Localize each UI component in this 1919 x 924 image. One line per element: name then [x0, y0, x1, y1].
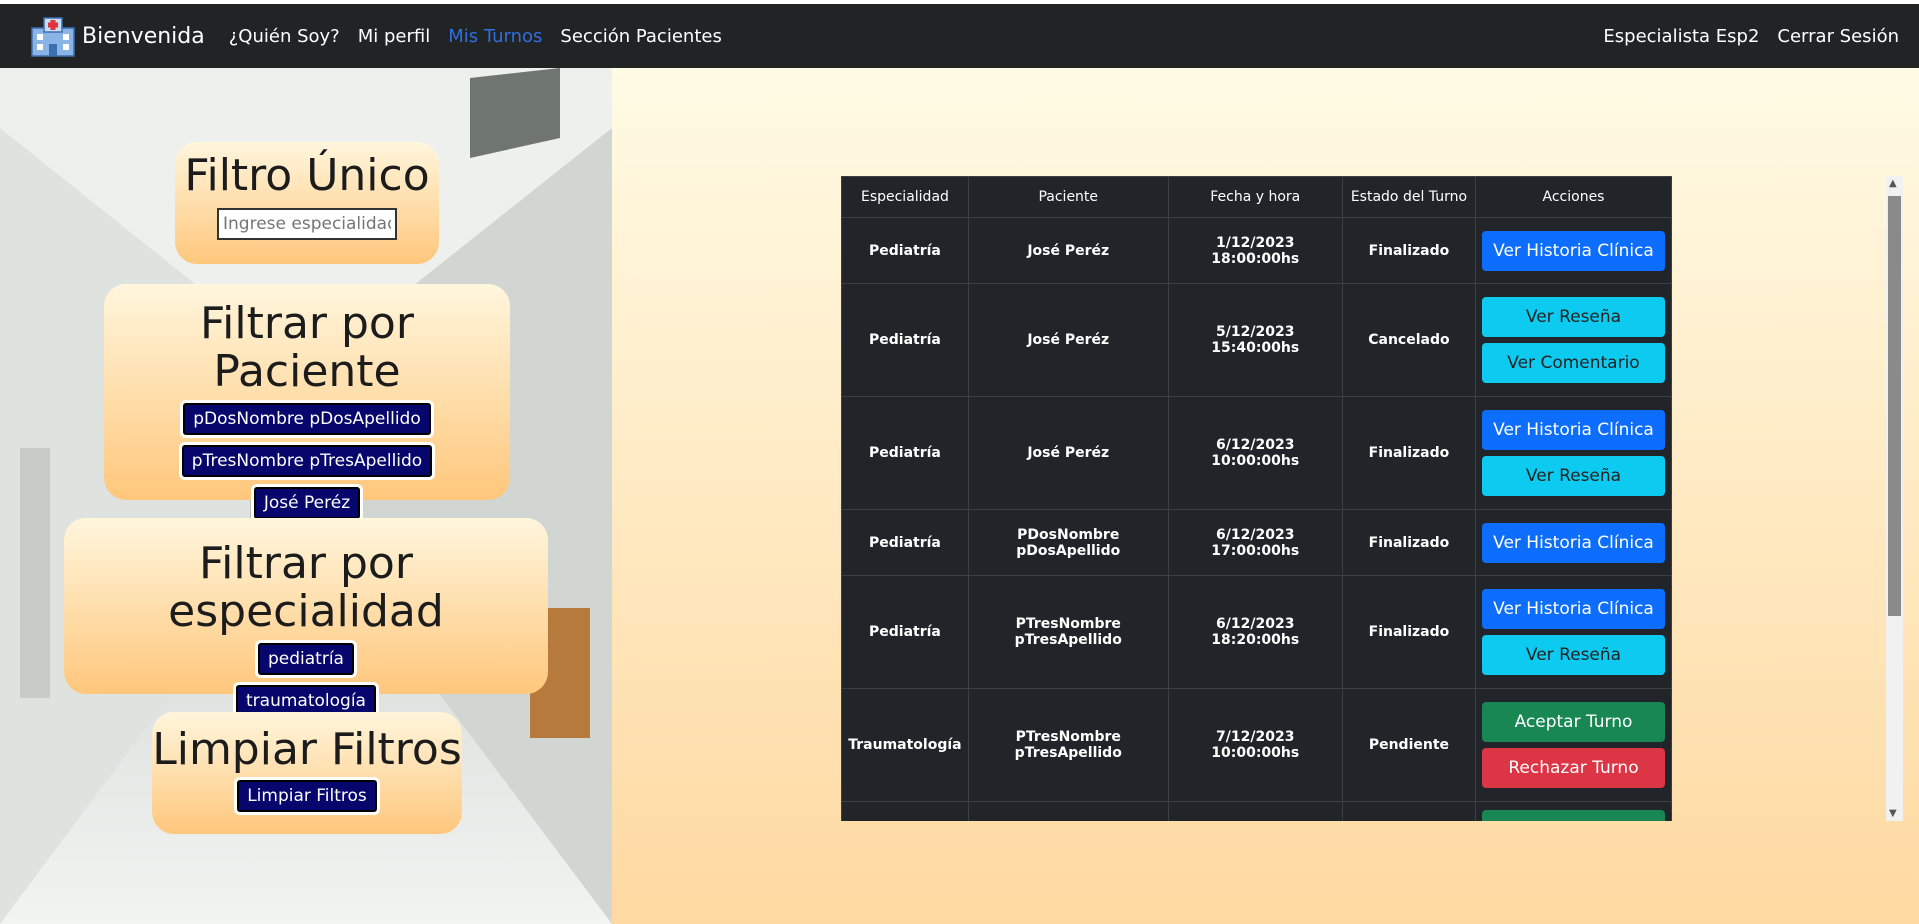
cell-paciente: PTresNombre pTresApellido [967, 688, 1169, 802]
header-fecha: Fecha y hora [1167, 176, 1343, 218]
cell-acciones: Ver Historia Clínica [1475, 509, 1672, 576]
patient-filter-option[interactable]: pTresNombre pTresApellido [181, 444, 433, 477]
table-row: Pediatría PTresNombre pTresApellido 6/12… [841, 575, 1672, 689]
cell-estado: Finalizado [1341, 217, 1477, 284]
cell-especialidad: Pediatría [841, 283, 969, 397]
table-scrollbar[interactable]: ▲ ▼ [1886, 176, 1903, 821]
cell-estado: Pendiente [1341, 688, 1477, 802]
filter-unique-card: Filtro Único [175, 142, 439, 264]
partial-action-button[interactable] [1482, 810, 1665, 821]
table-row: Traumatología PTresNombre pTresApellido … [841, 688, 1672, 802]
ver-resena-button[interactable]: Ver Reseña [1482, 635, 1665, 675]
nav-user[interactable]: Especialista Esp2 [1603, 26, 1759, 47]
scroll-up-icon[interactable]: ▲ [1889, 178, 1897, 189]
patient-filter-option[interactable]: José Peréz [253, 486, 361, 519]
nav-logout[interactable]: Cerrar Sesión [1777, 26, 1899, 47]
nav-mi-perfil[interactable]: Mi perfil [358, 26, 431, 47]
cell-fecha: 6/12/2023 10:00:00hs [1167, 396, 1343, 510]
nav-mis-turnos[interactable]: Mis Turnos [448, 26, 542, 47]
hospital-icon [31, 17, 75, 57]
appointments-table: Especialidad Paciente Fecha y hora Estad… [841, 176, 1672, 821]
cell-fecha: 6/12/2023 17:00:00hs [1167, 509, 1343, 576]
cell-estado: Cancelado [1341, 283, 1477, 397]
left-panel: Filtro Único Filtrar por Paciente pDosNo… [0, 68, 612, 924]
ver-resena-button[interactable]: Ver Reseña [1482, 456, 1665, 496]
brand[interactable]: Bienvenida [28, 14, 205, 58]
ver-historia-clinica-button[interactable]: Ver Historia Clínica [1482, 230, 1665, 271]
cell-paciente: PTresNombre pTresApellido [967, 575, 1169, 689]
scroll-down-icon[interactable]: ▼ [1889, 808, 1897, 819]
filter-specialty-card: Filtrar por especialidad pediatría traum… [64, 518, 548, 717]
clear-filters-button[interactable]: Limpiar Filtros [237, 780, 377, 813]
table-row: Pediatría José Peréz 1/12/2023 18:00:00h… [841, 217, 1672, 284]
specialty-search-input[interactable] [217, 208, 397, 241]
header-estado: Estado del Turno [1341, 176, 1477, 218]
cell-especialidad: Pediatría [841, 217, 969, 284]
filter-specialty-title: Filtrar por especialidad [168, 538, 444, 638]
ver-historia-clinica-button[interactable]: Ver Historia Clínica [1482, 522, 1665, 563]
filter-clear-title: Limpiar Filtros [152, 724, 462, 775]
nav-seccion-pacientes[interactable]: Sección Pacientes [560, 26, 721, 47]
cell-paciente: PDosNombre pDosApellido [967, 509, 1169, 576]
nav-right: Especialista Esp2 Cerrar Sesión [1585, 26, 1899, 47]
cell-estado: Finalizado [1341, 396, 1477, 510]
table-row: Pediatría José Peréz 6/12/2023 10:00:00h… [841, 396, 1672, 510]
ver-historia-clinica-button[interactable]: Ver Historia Clínica [1482, 589, 1665, 629]
appointments-table-container[interactable]: Especialidad Paciente Fecha y hora Estad… [841, 176, 1672, 821]
header-especialidad: Especialidad [841, 176, 969, 218]
brand-title: Bienvenida [82, 23, 205, 49]
cell-especialidad: Traumatología [841, 688, 969, 802]
cell-acciones: Ver Historia Clínica [1475, 217, 1672, 284]
cell-fecha: 6/12/2023 18:20:00hs [1167, 575, 1343, 689]
cell-acciones: Ver Reseña Ver Comentario [1475, 283, 1672, 397]
ver-comentario-button[interactable]: Ver Comentario [1482, 343, 1665, 383]
ver-historia-clinica-button[interactable]: Ver Historia Clínica [1482, 410, 1665, 450]
cell-estado: Finalizado [1341, 509, 1477, 576]
rechazar-turno-button[interactable]: Rechazar Turno [1482, 748, 1665, 788]
filter-clear-card: Limpiar Filtros Limpiar Filtros [152, 712, 462, 834]
specialty-filter-option[interactable]: pediatría [258, 642, 354, 675]
cell-especialidad: Pediatría [841, 396, 969, 510]
cell-fecha: 5/12/2023 15:40:00hs [1167, 283, 1343, 397]
navbar: Bienvenida ¿Quién Soy? Mi perfil Mis Tur… [0, 4, 1919, 68]
scroll-thumb[interactable] [1888, 196, 1901, 616]
aceptar-turno-button[interactable]: Aceptar Turno [1482, 702, 1665, 742]
header-acciones: Acciones [1475, 176, 1672, 218]
ver-resena-button[interactable]: Ver Reseña [1482, 297, 1665, 337]
table-row: Pediatría José Peréz 5/12/2023 15:40:00h… [841, 283, 1672, 397]
cell-fecha: 7/12/2023 10:00:00hs [1167, 688, 1343, 802]
cell-acciones: Aceptar Turno Rechazar Turno [1475, 688, 1672, 802]
cell-especialidad: Pediatría [841, 509, 969, 576]
filter-patient-card: Filtrar por Paciente pDosNombre pDosApel… [104, 284, 510, 519]
table-header-row: Especialidad Paciente Fecha y hora Estad… [841, 176, 1672, 218]
cell-paciente: José Peréz [967, 396, 1169, 510]
cell-especialidad: Pediatría [841, 575, 969, 689]
cell-paciente: José Peréz [967, 217, 1169, 284]
filter-unique-title: Filtro Único [184, 150, 430, 201]
cell-acciones: Ver Historia Clínica Ver Reseña [1475, 396, 1672, 510]
cell-estado: Finalizado [1341, 575, 1477, 689]
table-row: Pediatría PDosNombre pDosApellido 6/12/2… [841, 509, 1672, 576]
nav-quien-soy[interactable]: ¿Quién Soy? [229, 26, 340, 47]
cell-acciones: Ver Historia Clínica Ver Reseña [1475, 575, 1672, 689]
cell-paciente: José Peréz [967, 283, 1169, 397]
patient-filter-option[interactable]: pDosNombre pDosApellido [183, 402, 431, 435]
filter-patient-title: Filtrar por Paciente [200, 298, 414, 398]
header-paciente: Paciente [967, 176, 1169, 218]
cell-fecha: 1/12/2023 18:00:00hs [1167, 217, 1343, 284]
table-row [841, 801, 1672, 821]
